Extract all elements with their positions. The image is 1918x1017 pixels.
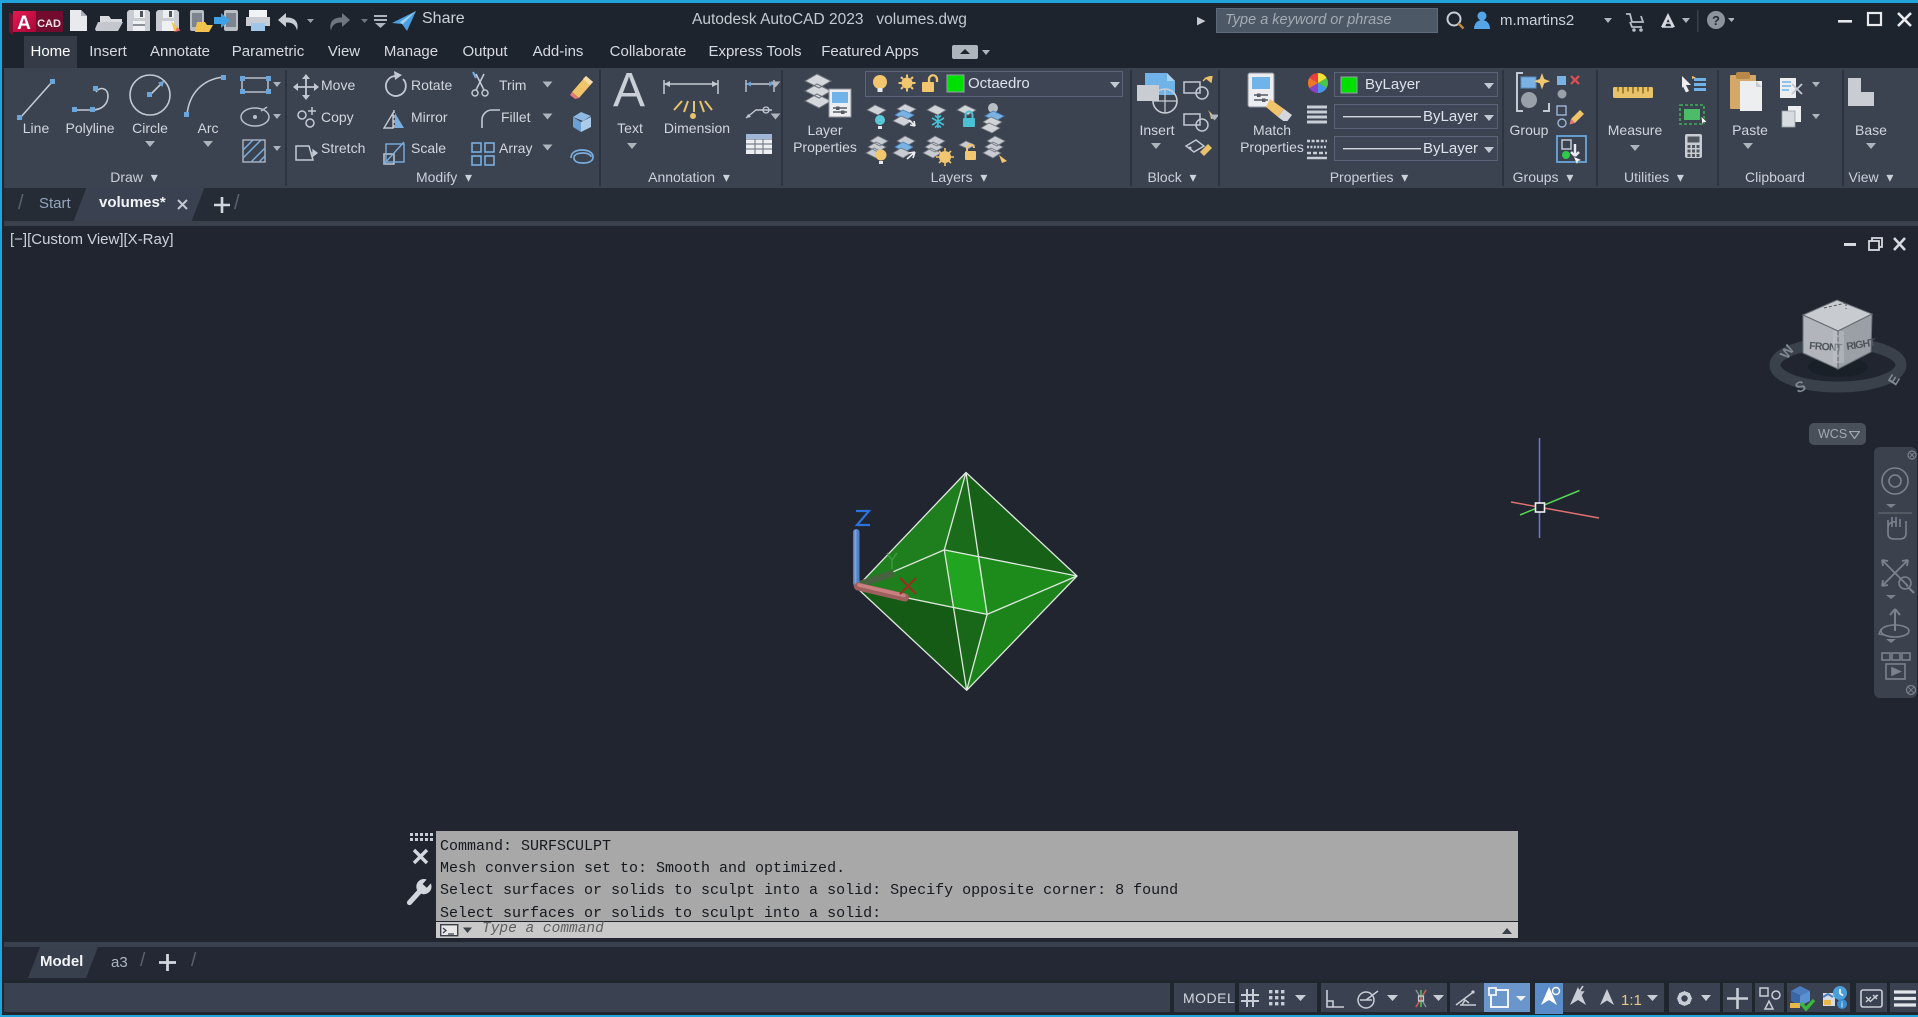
svg-text:CAD: CAD	[37, 18, 61, 30]
svg-text:A: A	[17, 13, 31, 34]
svg-text:1:1: 1:1	[1621, 992, 1642, 1009]
svg-text:?: ?	[1712, 13, 1720, 28]
svg-text:i: i	[1841, 1000, 1843, 1010]
svg-text:m.martins2: m.martins2	[1500, 12, 1574, 29]
